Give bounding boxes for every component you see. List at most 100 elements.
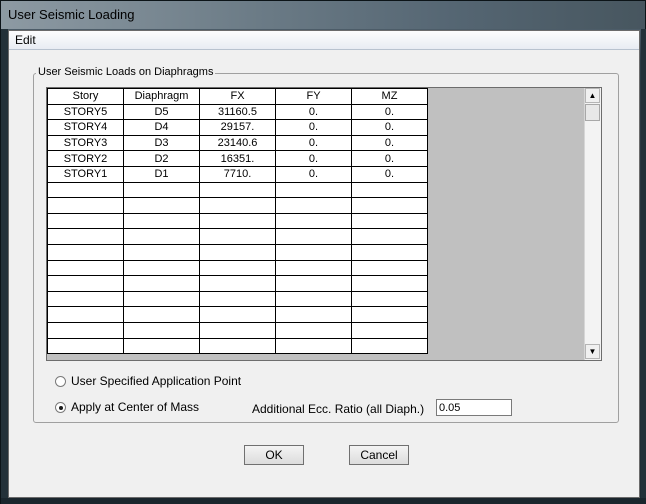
table-cell[interactable] xyxy=(47,321,124,339)
table-cell[interactable] xyxy=(47,259,124,277)
table-cell[interactable]: 0. xyxy=(351,119,428,136)
table-cell[interactable] xyxy=(199,259,276,277)
table-cell[interactable] xyxy=(275,243,352,261)
table-cell[interactable] xyxy=(123,243,200,261)
table-cell[interactable] xyxy=(199,306,276,323)
table-cell[interactable] xyxy=(275,197,352,214)
table-cell[interactable] xyxy=(351,212,428,230)
table-cell[interactable] xyxy=(123,197,200,214)
table-cell[interactable] xyxy=(47,275,124,292)
table-cell[interactable]: 0. xyxy=(351,165,428,183)
table-cell[interactable] xyxy=(199,275,276,292)
table-cell[interactable] xyxy=(351,197,428,214)
table-cell[interactable] xyxy=(275,306,352,323)
table-cell[interactable]: 0. xyxy=(275,103,352,121)
table-cell[interactable] xyxy=(47,181,124,199)
table-cell[interactable]: STORY4 xyxy=(47,119,124,136)
table-cell[interactable] xyxy=(123,275,200,292)
header-story[interactable]: Story xyxy=(47,88,124,105)
ok-button[interactable]: OK xyxy=(244,445,304,465)
table-cell[interactable] xyxy=(275,212,352,230)
table-cell[interactable] xyxy=(199,228,276,245)
table-cell[interactable] xyxy=(351,290,428,308)
radio-user-specified-dot[interactable] xyxy=(55,376,66,387)
table-cell[interactable] xyxy=(351,321,428,339)
table-cell[interactable] xyxy=(351,181,428,199)
table-cell[interactable] xyxy=(351,243,428,261)
table-cell[interactable] xyxy=(123,290,200,308)
table-cell[interactable] xyxy=(199,290,276,308)
table-cell[interactable]: 29157. xyxy=(199,119,276,136)
table-cell[interactable] xyxy=(199,181,276,199)
table-cell[interactable] xyxy=(123,228,200,245)
table-cell[interactable] xyxy=(123,259,200,277)
table-cell[interactable] xyxy=(47,212,124,230)
table-cell[interactable] xyxy=(47,290,124,308)
table-cell[interactable] xyxy=(47,337,124,355)
table-cell[interactable]: 0. xyxy=(275,119,352,136)
table-cell[interactable] xyxy=(275,321,352,339)
table-cell[interactable] xyxy=(275,275,352,292)
table-cell[interactable] xyxy=(123,181,200,199)
table-cell[interactable]: 0. xyxy=(351,150,428,167)
table-cell[interactable]: STORY2 xyxy=(47,150,124,167)
table-cell[interactable] xyxy=(351,275,428,292)
cancel-button[interactable]: Cancel xyxy=(349,445,409,465)
ecc-ratio-input[interactable] xyxy=(436,399,512,416)
table-cell[interactable]: 0. xyxy=(351,103,428,121)
table-cell[interactable]: D1 xyxy=(123,165,200,183)
table-cell[interactable] xyxy=(123,306,200,323)
loads-grid[interactable]: Story Diaphragm FX FY MZ STORY5 D5 31160.5… xyxy=(46,87,602,361)
table-cell[interactable]: D3 xyxy=(123,134,200,152)
table-cell[interactable] xyxy=(351,259,428,277)
table-cell[interactable]: D2 xyxy=(123,150,200,167)
table-cell[interactable] xyxy=(47,197,124,214)
table-cell[interactable]: STORY5 xyxy=(47,103,124,121)
table-cell[interactable]: 0. xyxy=(275,134,352,152)
table-cell[interactable] xyxy=(199,337,276,355)
table-cell[interactable] xyxy=(47,306,124,323)
table-cell[interactable] xyxy=(351,228,428,245)
table-row xyxy=(47,212,428,230)
table-cell[interactable]: 0. xyxy=(275,165,352,183)
table-cell[interactable]: D5 xyxy=(123,103,200,121)
table-cell[interactable]: 0. xyxy=(351,134,428,152)
header-diaphragm[interactable]: Diaphragm xyxy=(123,88,200,105)
table-cell[interactable]: STORY1 xyxy=(47,165,124,183)
title-bar[interactable]: User Seismic Loading xyxy=(1,1,645,29)
table-cell[interactable]: D4 xyxy=(123,119,200,136)
table-cell[interactable] xyxy=(199,212,276,230)
table-cell[interactable] xyxy=(275,181,352,199)
radio-user-specified-label[interactable]: User Specified Application Point xyxy=(71,374,241,388)
table-cell[interactable] xyxy=(275,290,352,308)
header-fx[interactable]: FX xyxy=(199,88,276,105)
table-cell[interactable] xyxy=(123,321,200,339)
table-cell[interactable] xyxy=(351,337,428,355)
scroll-thumb[interactable] xyxy=(585,104,600,121)
table-cell[interactable]: 7710. xyxy=(199,165,276,183)
radio-center-of-mass-label[interactable]: Apply at Center of Mass xyxy=(71,400,199,414)
table-cell[interactable]: 0. xyxy=(275,150,352,167)
table-cell[interactable] xyxy=(351,306,428,323)
header-fy[interactable]: FY xyxy=(275,88,352,105)
table-cell[interactable] xyxy=(47,228,124,245)
table-cell[interactable]: 16351. xyxy=(199,150,276,167)
table-cell[interactable] xyxy=(199,197,276,214)
table-cell[interactable]: 23140.6 xyxy=(199,134,276,152)
table-cell[interactable] xyxy=(275,337,352,355)
table-cell[interactable]: STORY3 xyxy=(47,134,124,152)
scroll-up-icon[interactable]: ▲ xyxy=(585,88,600,103)
radio-center-of-mass-dot[interactable] xyxy=(55,402,66,413)
table-cell[interactable] xyxy=(47,243,124,261)
table-cell[interactable] xyxy=(199,243,276,261)
table-cell[interactable] xyxy=(123,212,200,230)
header-mz[interactable]: MZ xyxy=(351,88,428,105)
table-cell[interactable]: 31160.5 xyxy=(199,103,276,121)
grid-scrollbar[interactable]: ▲ ▼ xyxy=(584,88,601,360)
table-cell[interactable] xyxy=(199,321,276,339)
table-cell[interactable] xyxy=(275,228,352,245)
table-cell[interactable] xyxy=(275,259,352,277)
menu-edit[interactable]: Edit xyxy=(15,33,36,47)
table-cell[interactable] xyxy=(123,337,200,355)
scroll-down-icon[interactable]: ▼ xyxy=(585,344,600,359)
